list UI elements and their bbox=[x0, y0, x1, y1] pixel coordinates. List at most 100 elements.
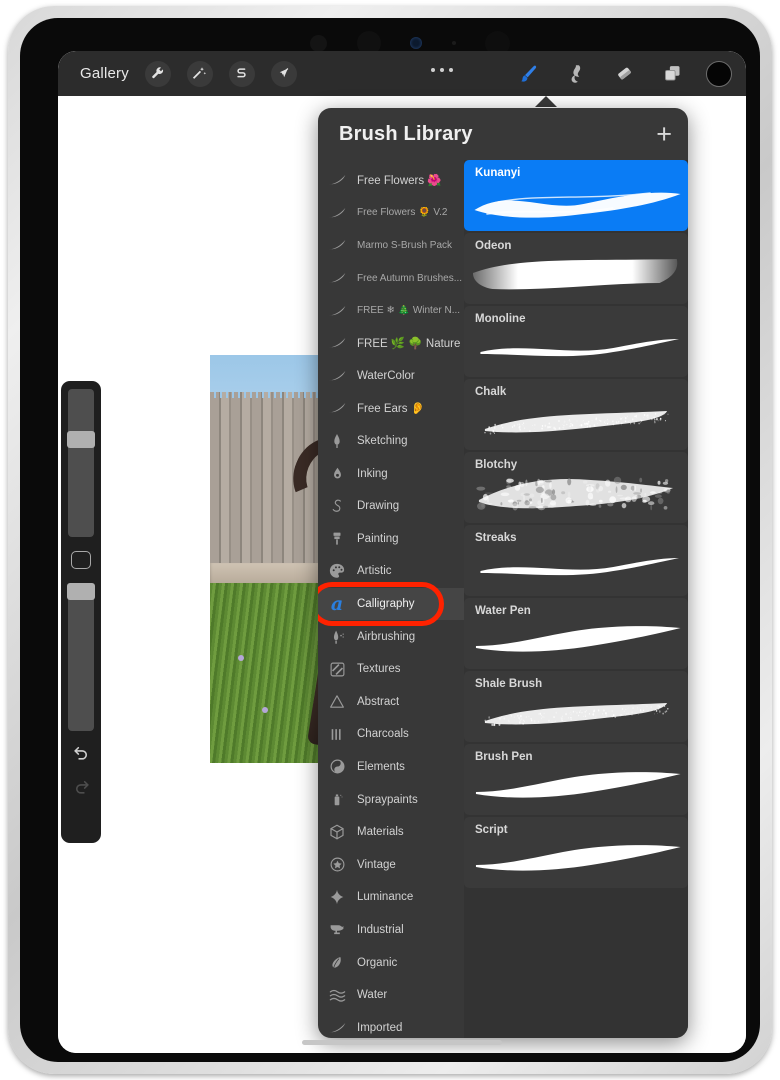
brush-set-item-imported[interactable]: Imported bbox=[318, 1011, 464, 1038]
top-toolbar: Gallery bbox=[58, 51, 746, 96]
brush-size-slider[interactable] bbox=[68, 389, 94, 537]
brush-opacity-slider[interactable] bbox=[68, 583, 94, 731]
brush-name: Monoline bbox=[475, 313, 525, 325]
brush-set-label: Sketching bbox=[357, 435, 408, 447]
brush-set-item-abstract[interactable]: Abstract bbox=[318, 686, 464, 719]
brush-card-script[interactable]: Script bbox=[464, 817, 688, 888]
brush-set-item-sketching[interactable]: Sketching bbox=[318, 425, 464, 458]
brush-name: Blotchy bbox=[475, 459, 517, 471]
adjustments-wrench-icon[interactable] bbox=[145, 61, 171, 87]
brush-set-list[interactable]: Free Flowers 🌺 Free Flowers 🌻 V.2 Marmo S-… bbox=[318, 160, 464, 1038]
modify-button[interactable] bbox=[71, 551, 91, 569]
brush-set-item-free-ears[interactable]: Free Ears 👂 bbox=[318, 392, 464, 425]
brush-set-item-painting[interactable]: Painting bbox=[318, 523, 464, 556]
brush-card-blotchy[interactable]: Blotchy bbox=[464, 452, 688, 523]
brush-card-water-pen[interactable]: Water Pen bbox=[464, 598, 688, 669]
brush-set-item-free-winter-n[interactable]: FREE ❄ 🎄 Winter N... bbox=[318, 294, 464, 327]
brush-library-panel: Brush Library + Free Flowers 🌺 Free Flowe… bbox=[318, 108, 688, 1038]
stroke-icon bbox=[326, 304, 348, 318]
redo-button[interactable] bbox=[72, 777, 91, 801]
star-circle-icon bbox=[326, 856, 348, 873]
ambient-sensor-icon bbox=[410, 37, 422, 49]
stroke-icon bbox=[326, 369, 348, 383]
photo-flower bbox=[238, 655, 244, 661]
brush-card-monoline[interactable]: Monoline bbox=[464, 306, 688, 377]
brush-set-item-inking[interactable]: Inking bbox=[318, 457, 464, 490]
tablet-device-frame: Gallery Brush Library + Free Flowers 🌺 F… bbox=[8, 6, 772, 1074]
brush-set-label: Charcoals bbox=[357, 728, 409, 740]
sensor-dot-icon bbox=[310, 35, 327, 52]
brush-set-item-luminance[interactable]: Luminance bbox=[318, 881, 464, 914]
device-bezel: Gallery Brush Library + Free Flowers 🌺 F… bbox=[20, 18, 760, 1062]
add-brush-set-button[interactable]: + bbox=[656, 121, 672, 148]
brush-card-streaks[interactable]: Streaks bbox=[464, 525, 688, 596]
color-swatch-button[interactable] bbox=[706, 61, 732, 87]
waves-icon bbox=[326, 987, 348, 1003]
brush-card-list[interactable]: Kunanyi Odeon Monoline Chalk Blotchy Streaks W… bbox=[464, 160, 688, 1038]
brush-set-item-airbrushing[interactable]: Airbrushing bbox=[318, 620, 464, 653]
dot-icon bbox=[440, 68, 444, 72]
brush-set-label: FREE ❄ 🎄 Winter N... bbox=[357, 305, 460, 316]
brush-set-item-free-nature[interactable]: FREE 🌿 🌳 Nature bbox=[318, 327, 464, 360]
home-indicator bbox=[302, 1040, 502, 1045]
brush-set-item-spraypaints[interactable]: Spraypaints bbox=[318, 783, 464, 816]
brush-card-odeon[interactable]: Odeon bbox=[464, 233, 688, 304]
right-tool-group bbox=[514, 51, 732, 96]
selection-s-icon[interactable] bbox=[229, 61, 255, 87]
brush-set-label: Calligraphy bbox=[357, 598, 415, 610]
brush-size-slider-knob[interactable] bbox=[67, 431, 95, 448]
anvil-icon bbox=[326, 921, 348, 938]
brush-set-item-organic[interactable]: Organic bbox=[318, 946, 464, 979]
undo-button[interactable] bbox=[72, 743, 91, 767]
brush-set-item-charcoals[interactable]: Charcoals bbox=[318, 718, 464, 751]
brush-set-label: WaterColor bbox=[357, 370, 415, 382]
brush-set-item-free-autumn-brushes[interactable]: Free Autumn Brushes... bbox=[318, 262, 464, 295]
brush-set-item-drawing[interactable]: Drawing bbox=[318, 490, 464, 523]
brush-set-item-free-flowers[interactable]: Free Flowers 🌺 bbox=[318, 164, 464, 197]
brush-set-item-elements[interactable]: Elements bbox=[318, 751, 464, 784]
brush-name: Streaks bbox=[475, 532, 517, 544]
brush-set-item-materials[interactable]: Materials bbox=[318, 816, 464, 849]
brush-set-label: Organic bbox=[357, 957, 397, 969]
brush-set-item-calligraphy[interactable]: a Calligraphy bbox=[318, 588, 464, 621]
brush-card-brush-pen[interactable]: Brush Pen bbox=[464, 744, 688, 815]
brush-stroke-preview bbox=[464, 178, 688, 230]
brush-library-body: Free Flowers 🌺 Free Flowers 🌻 V.2 Marmo S-… bbox=[318, 160, 688, 1038]
brush-set-label: Marmo S-Brush Pack bbox=[357, 240, 452, 251]
brush-set-item-water[interactable]: Water bbox=[318, 979, 464, 1012]
brush-card-chalk[interactable]: Chalk bbox=[464, 379, 688, 450]
eraser-icon[interactable] bbox=[610, 60, 638, 88]
stroke-icon bbox=[326, 336, 348, 350]
brush-set-label: Luminance bbox=[357, 891, 413, 903]
brush-opacity-slider-knob[interactable] bbox=[67, 583, 95, 600]
tablet-screen: Gallery Brush Library + Free Flowers 🌺 F… bbox=[58, 51, 746, 1053]
brush-set-item-artistic[interactable]: Artistic bbox=[318, 555, 464, 588]
brush-card-shale-brush[interactable]: Shale Brush bbox=[464, 671, 688, 742]
brush-set-item-free-flowers-v-2[interactable]: Free Flowers 🌻 V.2 bbox=[318, 197, 464, 230]
brush-name: Shale Brush bbox=[475, 678, 542, 690]
paintbrush-icon[interactable] bbox=[514, 60, 542, 88]
layers-icon[interactable] bbox=[658, 60, 686, 88]
brush-set-item-textures[interactable]: Textures bbox=[318, 653, 464, 686]
panel-title: Brush Library bbox=[339, 123, 473, 146]
brush-set-item-watercolor[interactable]: WaterColor bbox=[318, 360, 464, 393]
transform-arrow-icon[interactable] bbox=[271, 61, 297, 87]
brush-card-kunanyi[interactable]: Kunanyi bbox=[464, 160, 688, 231]
brush-set-item-industrial[interactable]: Industrial bbox=[318, 914, 464, 947]
cube-icon bbox=[326, 823, 348, 841]
brush-panel-pointer bbox=[535, 96, 557, 107]
magic-wand-icon[interactable] bbox=[187, 61, 213, 87]
stroke-icon bbox=[326, 238, 348, 252]
brush-set-item-vintage[interactable]: Vintage bbox=[318, 848, 464, 881]
paintbrush-flat-icon bbox=[326, 529, 348, 548]
brush-stroke-preview bbox=[464, 397, 688, 449]
stroke-icon bbox=[326, 1021, 348, 1035]
smudge-icon[interactable] bbox=[562, 60, 590, 88]
brush-set-item-marmo-s-brush-pack[interactable]: Marmo S-Brush Pack bbox=[318, 229, 464, 262]
gallery-button[interactable]: Gallery bbox=[80, 65, 129, 82]
brush-stroke-preview bbox=[464, 689, 688, 741]
brush-stroke-preview bbox=[464, 616, 688, 668]
stroke-icon bbox=[326, 401, 348, 415]
more-options-button[interactable] bbox=[431, 68, 453, 72]
squiggle-icon bbox=[326, 497, 348, 515]
